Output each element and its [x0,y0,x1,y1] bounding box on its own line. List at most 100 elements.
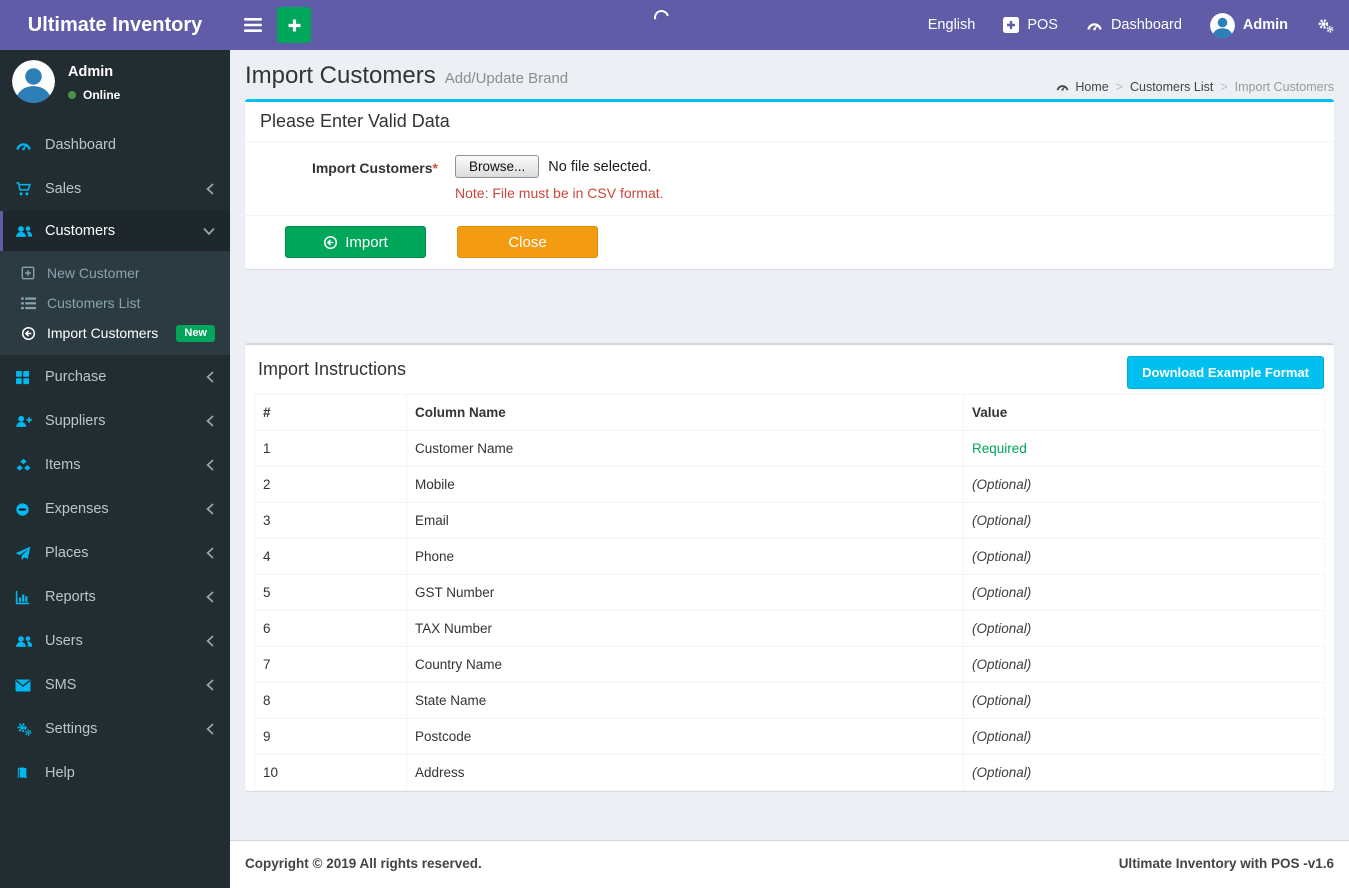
sidebar-item-suppliers[interactable]: Suppliers [0,399,230,443]
cell-number: 1 [254,430,407,467]
instructions-header: Import Instructions Download Example For… [245,345,1334,394]
breadcrumb-label: Home [1075,79,1109,94]
sidebar-subitem-label: Customers List [47,295,141,311]
close-button-label: Close [508,233,547,251]
quick-add-button[interactable] [277,7,311,43]
cubes-icon [15,458,45,473]
value-optional: (Optional) [972,765,1032,780]
sidebar-item-label: SMS [45,677,77,693]
sidebar-item-purchase[interactable]: Purchase [0,355,230,399]
browse-button[interactable]: Browse... [455,155,540,178]
breadcrumb-separator: > [1115,79,1123,94]
breadcrumb-home[interactable]: Home [1055,79,1109,94]
sidebar-item-expenses[interactable]: Expenses [0,487,230,531]
sidebar-user-status[interactable]: Online [68,88,120,102]
import-circle-icon [21,326,47,341]
chevron-left-icon [206,183,215,195]
book-icon [15,766,45,781]
sidebar-item-dashboard[interactable]: Dashboard [0,123,230,167]
cell-number: 4 [254,538,407,575]
cell-value: (Optional) [963,646,1325,683]
chevron-left-icon [206,371,215,383]
cogs-icon [15,721,45,737]
bar-chart-icon [15,590,45,605]
cell-column-name: Address [406,754,964,791]
sidebar-item-items[interactable]: Items [0,443,230,487]
sidebar-item-sales[interactable]: Sales [0,167,230,211]
sidebar-subitem-label: New Customer [47,265,140,281]
cell-column-name: Email [406,502,964,539]
chevron-left-icon [206,503,215,515]
import-form-panel: Please Enter Valid Data Import Customers… [245,99,1334,269]
sidebar-item-label: Dashboard [45,137,116,153]
value-optional: (Optional) [972,621,1032,636]
breadcrumb-customers-list[interactable]: Customers List [1130,80,1213,94]
cell-column-name: State Name [406,682,964,719]
form-panel-header: Please Enter Valid Data [245,102,1334,142]
chevron-left-icon [206,459,215,471]
sidebar-item-users[interactable]: Users [0,619,230,663]
sidebar-item-sms[interactable]: SMS [0,663,230,707]
cell-value: (Optional) [963,538,1325,575]
nav-settings[interactable] [1302,0,1349,50]
nav-dashboard-label: Dashboard [1110,17,1182,33]
cell-value: (Optional) [963,502,1325,539]
chevron-left-icon [206,591,215,603]
sidebar-item-label: Customers [45,223,116,239]
sidebar: Admin Online Dashboard Sales Customers New … [0,50,230,888]
sidebar-item-label: Purchase [45,369,107,385]
online-status-dot [68,91,76,99]
form-panel-footer: Import Close [245,215,1334,269]
sidebar-item-customers[interactable]: Customers [0,211,230,251]
cell-number: 9 [254,718,407,755]
import-customers-label: Import Customers* [311,160,438,176]
import-button[interactable]: Import [285,226,426,258]
table-row: 6 TAX Number (Optional) [254,610,1325,647]
main-header: Ultimate Inventory English POS Dashboard… [0,0,1349,50]
sidebar-user-panel: Admin Online [0,50,230,117]
table-row: 4 Phone (Optional) [254,538,1325,575]
sidebar-item-places[interactable]: Places [0,531,230,575]
sidebar-item-label: Reports [45,589,96,605]
sidebar-submenu-customers: New Customer Customers List Import Custome… [0,251,230,355]
sidebar-subitem-new-customer[interactable]: New Customer [0,258,230,288]
sidebar-subitem-customers-list[interactable]: Customers List [0,288,230,318]
table-row: 7 Country Name (Optional) [254,646,1325,683]
sidebar-subitem-import-customers[interactable]: Import Customers New [0,318,230,348]
nav-dashboard[interactable]: Dashboard [1072,0,1196,50]
table-row: 2 Mobile (Optional) [254,466,1325,503]
brand-logo[interactable]: Ultimate Inventory [0,0,230,50]
sidebar-item-label: Settings [45,721,98,737]
main-footer: Copyright © 2019 All rights reserved. Ul… [230,840,1349,888]
sidebar-item-label: Suppliers [45,413,106,429]
new-badge: New [176,324,215,342]
value-optional: (Optional) [972,513,1032,528]
content-header: Import Customers Add/Update Brand Home > Cu… [230,50,1349,99]
minus-circle-icon [15,502,45,517]
download-example-format-button[interactable]: Download Example Format [1127,356,1324,389]
dashboard-icon [15,137,45,153]
nav-pos[interactable]: POS [989,0,1072,50]
dashboard-icon [1086,17,1103,33]
instructions-title: Import Instructions [258,359,407,379]
loading-spinner [651,7,672,28]
nav-language[interactable]: English [914,0,990,50]
navbar-menu: English POS Dashboard Admin [914,0,1349,50]
nav-user[interactable]: Admin [1196,0,1302,50]
cell-number: 3 [254,502,407,539]
cell-number: 6 [254,610,407,647]
close-button[interactable]: Close [457,226,598,258]
bars-icon [244,18,262,32]
sidebar-item-settings[interactable]: Settings [0,707,230,751]
value-optional: (Optional) [972,477,1032,492]
sidebar-item-label: Expenses [45,501,109,517]
value-optional: (Optional) [972,729,1032,744]
cell-value: (Optional) [963,682,1325,719]
plus-square-icon [1003,17,1020,33]
cell-value: (Optional) [963,754,1325,791]
sidebar-item-reports[interactable]: Reports [0,575,230,619]
sidebar-toggle-button[interactable] [230,0,276,50]
table-row: 3 Email (Optional) [254,502,1325,539]
sidebar-item-help[interactable]: Help [0,751,230,795]
sidebar-item-label: Sales [45,181,82,197]
